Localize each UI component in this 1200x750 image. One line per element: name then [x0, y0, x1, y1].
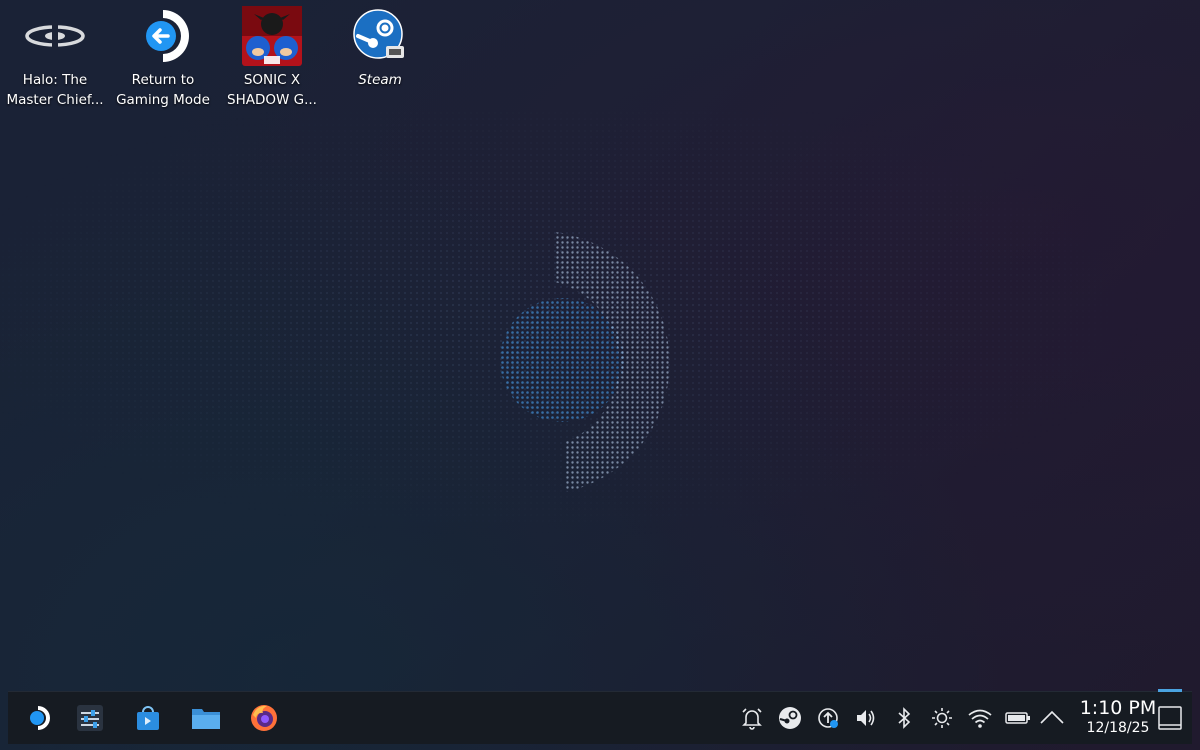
desktop[interactable]: Halo: The Master Chief... Return to Gami…: [0, 0, 1200, 750]
battery-icon: [1005, 712, 1030, 724]
brightness-icon: [932, 708, 952, 728]
updates-button[interactable]: [814, 704, 842, 732]
wifi-icon: [968, 709, 992, 728]
steam-icon: [350, 6, 410, 66]
bluetooth-icon: [898, 707, 911, 729]
file-manager-icon: [192, 709, 220, 729]
show-desktop-icon: [1158, 706, 1182, 730]
bluetooth-button[interactable]: [890, 704, 918, 732]
battery-button[interactable]: [1004, 704, 1032, 732]
clock-time: 1:10 PM: [1079, 697, 1157, 719]
steamos-launcher-button[interactable]: [20, 700, 56, 736]
firefox-button[interactable]: [246, 700, 282, 736]
taskbar: 1:10 PM 12/18/25: [8, 689, 1192, 744]
sonic-game-icon: [242, 6, 302, 66]
desktop-icon-label: SONIC X SHADOW G...: [227, 72, 317, 108]
desktop-icon-halo[interactable]: Halo: The Master Chief...: [1, 6, 109, 110]
show-desktop-indicator: [1158, 689, 1182, 692]
discover-store-icon: [137, 706, 159, 730]
notifications-button[interactable]: [738, 704, 766, 732]
return-arrow-icon: [133, 6, 193, 66]
show-hidden-icons-button[interactable]: [1038, 704, 1066, 732]
firefox-icon: [251, 705, 277, 731]
file-manager-button[interactable]: [188, 700, 224, 736]
desktop-icon-label: Return to Gaming Mode: [116, 72, 210, 108]
steam-tray-button[interactable]: [776, 704, 804, 732]
desktop-icon-steam[interactable]: Steam: [326, 6, 434, 90]
halo-icon: [25, 6, 85, 66]
wallpaper-steam-logo: [500, 232, 670, 492]
updates-icon: [818, 708, 838, 728]
desktop-icon-label: Steam: [358, 72, 402, 88]
volume-button[interactable]: [852, 704, 880, 732]
desktop-icon-label: Halo: The Master Chief...: [6, 72, 104, 108]
brightness-button[interactable]: [928, 704, 956, 732]
notifications-bell-icon: [742, 708, 762, 730]
steamos-launcher-icon: [30, 706, 50, 730]
clock[interactable]: 1:10 PM 12/18/25: [1068, 697, 1168, 737]
system-settings-button[interactable]: [72, 700, 108, 736]
wifi-button[interactable]: [966, 704, 994, 732]
clock-date: 12/18/25: [1086, 720, 1150, 736]
desktop-icon-sonic-x-shadow[interactable]: SONIC X SHADOW G...: [218, 6, 326, 110]
chevron-up-icon: [1040, 710, 1064, 724]
steam-tray-icon: [779, 707, 801, 729]
desktop-icon-return-to-gaming-mode[interactable]: Return to Gaming Mode: [109, 6, 217, 110]
discover-store-button[interactable]: [130, 700, 166, 736]
system-settings-icon: [77, 705, 103, 731]
volume-icon: [857, 710, 875, 726]
show-desktop-button[interactable]: [1156, 704, 1184, 732]
